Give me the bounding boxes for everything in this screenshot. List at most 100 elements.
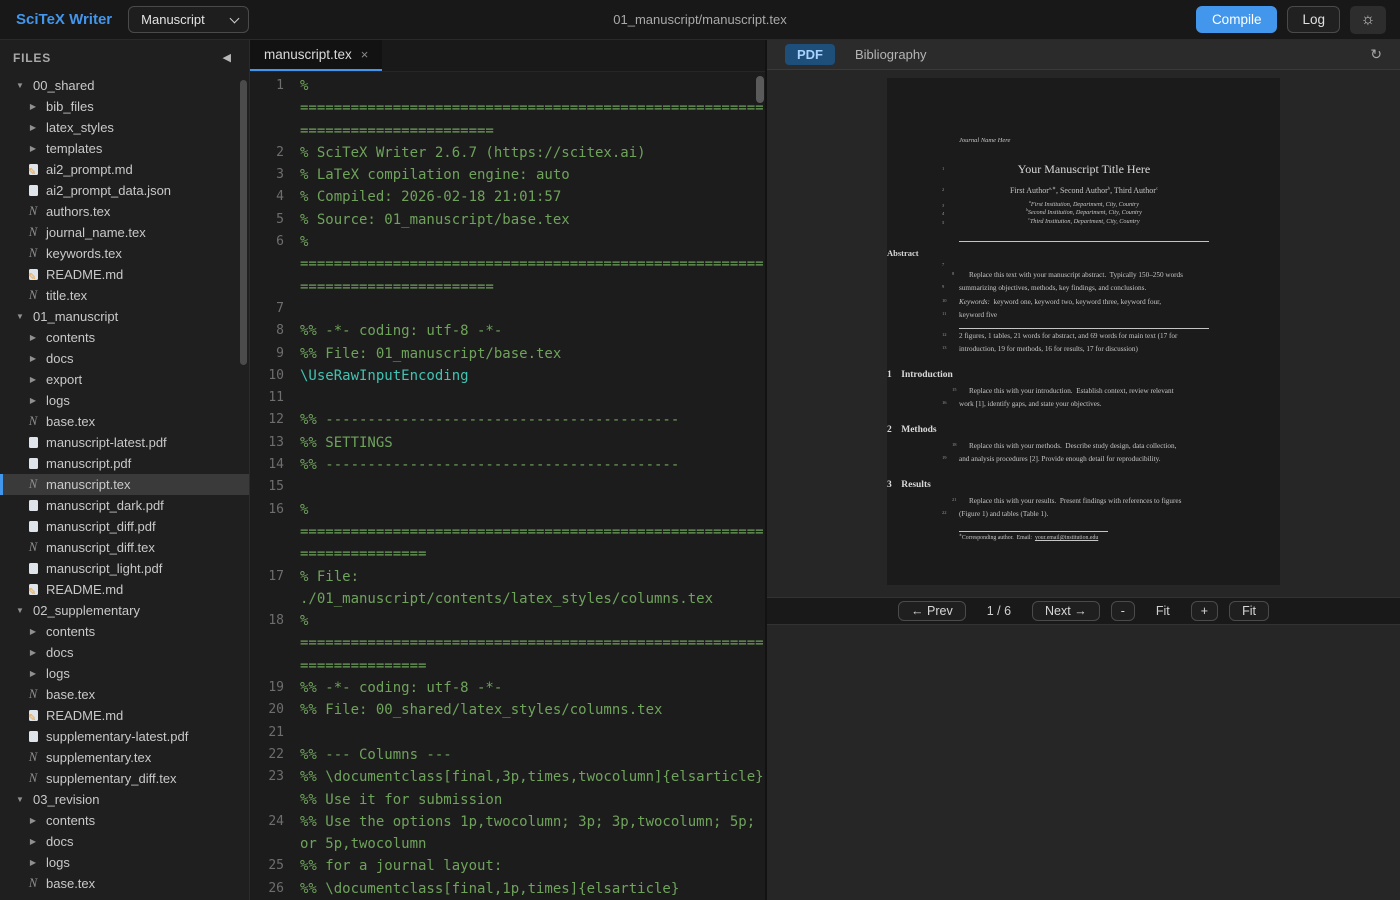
tree-folder-00-shared[interactable]: ▼00_shared — [0, 75, 249, 96]
prev-page-button[interactable]: ← Prev — [898, 601, 966, 621]
code-line: 23%% \documentclass[final,3p,times,twoco… — [254, 766, 765, 811]
pdf-row: 1Your Manuscript Title Here — [959, 161, 1209, 177]
tree-folder-03-revision[interactable]: ▼03_revision — [0, 789, 249, 810]
tree-folder-02-supplementary[interactable]: ▼02_supplementary — [0, 600, 249, 621]
pdf-text: Corresponding author. Email: — [962, 535, 1035, 541]
markdown-file-icon — [26, 163, 40, 177]
tree-file-journal-name-tex[interactable]: Njournal_name.tex — [0, 222, 249, 243]
tree-file-ai2-prompt-data-json[interactable]: ai2_prompt_data.json — [0, 180, 249, 201]
tree-file-keywords-tex[interactable]: Nkeywords.tex — [0, 243, 249, 264]
pdf-controls: ← Prev 1 / 6 Next → - Fit + Fit — [767, 597, 1400, 625]
folder-closed-icon: ▶ — [26, 669, 40, 678]
tree-file-manuscript-pdf[interactable]: manuscript.pdf — [0, 453, 249, 474]
pdf-line-number: 12 — [942, 333, 947, 338]
code-line: 18% ====================================… — [254, 610, 765, 677]
tree-file-manuscript-light-pdf[interactable]: manuscript_light.pdf — [0, 558, 249, 579]
file-label: logs — [46, 666, 70, 681]
tree-folder-01-manuscript[interactable]: ▼01_manuscript — [0, 306, 249, 327]
file-label: latex_styles — [46, 120, 114, 135]
tree-file-supplementary-latest-pdf[interactable]: supplementary-latest.pdf — [0, 726, 249, 747]
tree-folder-export[interactable]: ▶export — [0, 369, 249, 390]
code-line: 5% Source: 01_manuscript/base.tex — [254, 209, 765, 231]
tab-close-icon[interactable]: × — [361, 47, 369, 62]
tree-file-supplementary-diff-tex[interactable]: Nsupplementary_diff.tex — [0, 768, 249, 789]
document-type-select[interactable]: Manuscript — [128, 6, 249, 33]
line-number: 26 — [254, 878, 284, 900]
compile-button[interactable]: Compile — [1196, 6, 1278, 33]
tree-file-manuscript-diff-tex[interactable]: Nmanuscript_diff.tex — [0, 537, 249, 558]
document-type-value: Manuscript — [141, 12, 205, 27]
tree-file-title-tex[interactable]: Ntitle.tex — [0, 285, 249, 306]
tree-folder-logs[interactable]: ▶logs — [0, 852, 249, 873]
file-label: keywords.tex — [46, 246, 122, 261]
tree-file-ai2-prompt-md[interactable]: ai2_prompt.md — [0, 159, 249, 180]
line-number: 15 — [254, 476, 284, 498]
tree-file-manuscript-latest-pdf[interactable]: manuscript-latest.pdf — [0, 432, 249, 453]
editor-tab-manuscript-tex[interactable]: manuscript.tex × — [250, 40, 382, 71]
code-text: % SciTeX Writer 2.6.7 (https://scitex.ai… — [300, 142, 765, 164]
pdf-row: 203 Results — [887, 479, 1280, 492]
tree-folder-logs[interactable]: ▶ logs — [0, 663, 249, 684]
next-page-button[interactable]: Next → — [1032, 601, 1100, 621]
tree-folder-latex-styles[interactable]: ▶latex_styles — [0, 117, 249, 138]
tree-folder-templates[interactable]: ▶templates — [0, 138, 249, 159]
code-area[interactable]: 1% =====================================… — [250, 72, 765, 900]
code-text: %% File: 01_manuscript/base.tex — [300, 343, 765, 365]
tab-bibliography[interactable]: Bibliography — [855, 47, 927, 62]
pdf-row: 18Replace this with your methods. Descri… — [959, 440, 1209, 454]
tree-folder-docs[interactable]: ▶docs — [0, 831, 249, 852]
tree-file-supplementary-tex[interactable]: Nsupplementary.tex — [0, 747, 249, 768]
line-number: 23 — [254, 766, 284, 811]
zoom-in-button[interactable]: + — [1191, 601, 1218, 621]
line-number: 19 — [254, 677, 284, 699]
pdf-viewer[interactable]: Journal Name Here1Your Manuscript Title … — [767, 70, 1400, 597]
pdf-row: 3aFirst Institution, Department, City, C… — [959, 201, 1209, 210]
tree-folder-contents[interactable]: ▶contents — [0, 621, 249, 642]
pdf-row: 19and analysis procedures [2]. Provide e… — [959, 453, 1209, 467]
tree-file-manuscript-tex[interactable]: Nmanuscript.tex — [0, 474, 249, 495]
file-label: README.md — [46, 708, 123, 723]
sidebar-scrollbar[interactable] — [240, 80, 247, 365]
tree-folder-docs[interactable]: ▶docs — [0, 642, 249, 663]
pdf-row: 13introduction, 19 for methods, 16 for r… — [959, 343, 1209, 357]
tab-pdf[interactable]: PDF — [785, 44, 835, 65]
tree-folder-logs[interactable]: ▶logs — [0, 390, 249, 411]
pdf-row: 10Keywords: keyword one, keyword two, ke… — [959, 296, 1209, 310]
tex-file-icon: N — [26, 751, 40, 765]
tree-file-base-tex[interactable]: Nbase.tex — [0, 684, 249, 705]
folder-closed-icon: ▶ — [26, 102, 40, 111]
log-button[interactable]: Log — [1287, 6, 1340, 33]
file-icon — [26, 730, 40, 744]
tree-folder-contents[interactable]: ▶contents — [0, 810, 249, 831]
code-text — [300, 298, 765, 320]
tree-folder-docs[interactable]: ▶docs — [0, 348, 249, 369]
code-line: 24%% Use the options 1p,twocolumn; 3p; 3… — [254, 811, 765, 856]
pdf-text: 2 figures, 1 tables, 21 words for abstra… — [959, 332, 1177, 340]
tree-file-base-tex[interactable]: Nbase.tex — [0, 873, 249, 894]
pdf-row: 22(Figure 1) and tables (Table 1). — [959, 508, 1209, 522]
tree-folder-contents[interactable]: ▶contents — [0, 327, 249, 348]
theme-toggle-button[interactable]: ☼ — [1350, 6, 1386, 34]
tree-file-base-tex[interactable]: Nbase.tex — [0, 411, 249, 432]
file-label: ai2_prompt.md — [46, 162, 133, 177]
tree-folder-bib-files[interactable]: ▶bib_files — [0, 96, 249, 117]
tree-file-authors-tex[interactable]: Nauthors.tex — [0, 201, 249, 222]
zoom-out-button[interactable]: - — [1111, 601, 1135, 621]
pdf-row — [959, 531, 1108, 532]
pdf-text: First Author — [1010, 186, 1049, 195]
fit-button[interactable]: Fit — [1229, 601, 1269, 621]
tree-file-readme-md[interactable]: README.md — [0, 705, 249, 726]
refresh-button[interactable]: ↻ — [1370, 46, 1382, 63]
code-line: 25%% for a journal layout: — [254, 855, 765, 877]
editor-scrollbar[interactable] — [756, 76, 764, 103]
tree-file-readme-md[interactable]: README.md — [0, 264, 249, 285]
code-line: 19%% -*- coding: utf-8 -*- — [254, 677, 765, 699]
pdf-text: 1 Introduction — [887, 370, 953, 380]
tree-file-readme-md[interactable]: README.md — [0, 579, 249, 600]
line-number: 25 — [254, 855, 284, 877]
folder-open-icon: ▼ — [13, 312, 27, 321]
file-label: docs — [46, 645, 73, 660]
tree-file-manuscript-diff-pdf[interactable]: manuscript_diff.pdf — [0, 516, 249, 537]
sidebar-collapse-button[interactable]: ◀ — [223, 51, 231, 64]
tree-file-manuscript-dark-pdf[interactable]: manuscript_dark.pdf — [0, 495, 249, 516]
